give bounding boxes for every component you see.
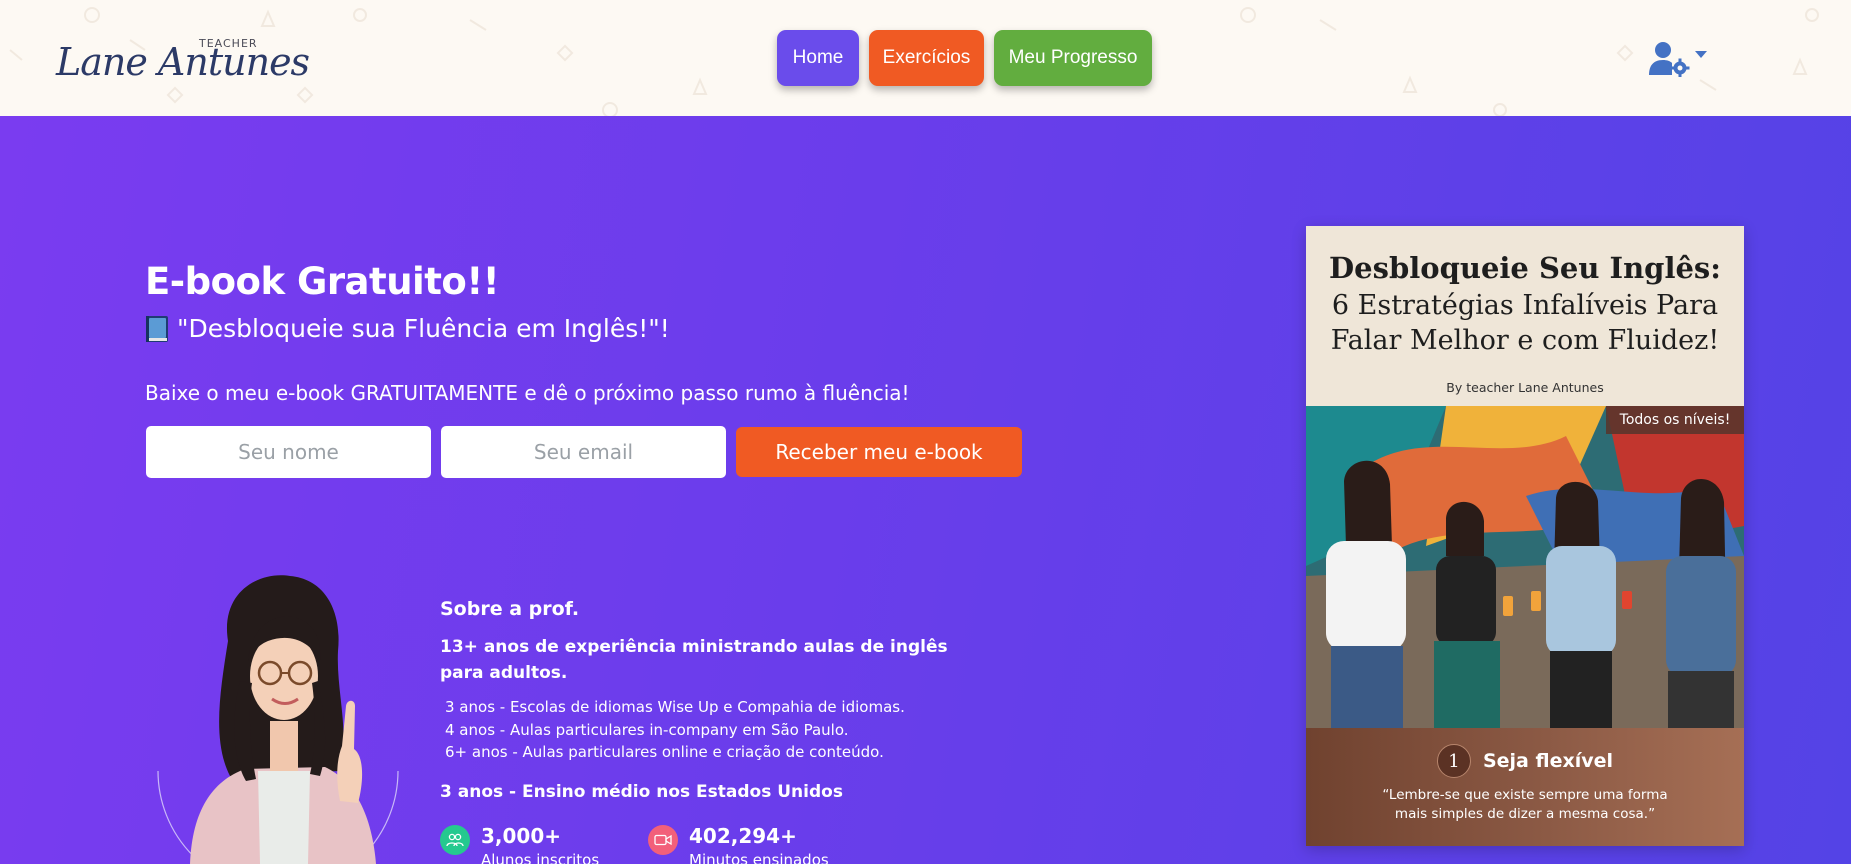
stat-students-value: 3,000+ (481, 824, 562, 848)
logo-name: Lane Antunes (56, 40, 310, 84)
user-menu-toggle[interactable] (1648, 40, 1710, 78)
hero-section: E-book Gratuito!! "Desbloqueie sua Fluên… (0, 116, 1851, 864)
teacher-portrait (157, 575, 399, 864)
cover-photo (1306, 406, 1744, 728)
main-nav: Home Exercícios Meu Progresso (777, 30, 1152, 86)
list-item: 4 anos - Aulas particulares in-company e… (445, 720, 849, 739)
stat-students: 3,000+ Alunos inscritos (440, 823, 599, 864)
user-gear-icon (1649, 42, 1690, 77)
cover-tip-header: 1 Seja flexível (1306, 744, 1744, 778)
nav-meu-progresso-button[interactable]: Meu Progresso (994, 30, 1152, 86)
hero-title: E-book Gratuito!! (145, 260, 500, 303)
stat-minutes-label: Minutos ensinados (689, 851, 829, 864)
list-item: 3 anos - Escolas de idiomas Wise Up e Co… (445, 698, 905, 716)
cover-subtitle-line: 6 Estratégias Infalíveis Para (1331, 290, 1719, 321)
cover-tip-quote: “Lembre-se que existe sempre uma forma m… (1382, 787, 1668, 822)
cover-author: By teacher Lane Antunes (1446, 380, 1604, 395)
book-icon (146, 315, 168, 342)
about-title: Sobre a prof. (440, 598, 580, 620)
name-input[interactable] (146, 426, 431, 478)
video-icon (648, 825, 678, 855)
hero-subtitle-text: "Desbloqueie sua Fluência em Inglês!"! (177, 314, 670, 343)
cover-tip-title: Seja flexível (1482, 750, 1614, 772)
email-input[interactable] (441, 426, 726, 478)
cover-tip-number: 1 (1436, 744, 1471, 778)
site-logo[interactable]: TEACHER Lane Antunes (56, 34, 310, 86)
site-header: TEACHER Lane Antunes Home Exercícios Meu… (0, 0, 1851, 116)
cover-title: Desbloqueie Seu Inglês: (1329, 251, 1721, 285)
about-us-experience: 3 anos - Ensino médio nos Estados Unidos (440, 782, 843, 802)
nav-home-button[interactable]: Home (777, 30, 859, 86)
cover-subtitle: 6 Estratégias Infalíveis Para Falar Melh… (1306, 288, 1744, 358)
nav-exercicios-button[interactable]: Exercícios (869, 30, 984, 86)
users-icon (440, 825, 470, 855)
about-experience-list: 3 anos - Escolas de idiomas Wise Up e Co… (445, 696, 905, 764)
hero-subtitle: "Desbloqueie sua Fluência em Inglês!"! (145, 314, 670, 343)
ebook-form: Receber meu e-book (146, 426, 1022, 478)
cover-subtitle-line: Falar Melhor e com Fluidez! (1330, 325, 1720, 356)
hero-lead: Baixe o meu e-book GRATUITAMENTE e dê o … (145, 381, 910, 405)
about-experience: 13+ anos de experiência ministrando aula… (440, 637, 948, 683)
stat-minutes: 402,294+ Minutos ensinados (648, 823, 829, 864)
ebook-cover: Desbloqueie Seu Inglês: 6 Estratégias In… (1306, 226, 1744, 846)
list-item: 6+ anos - Aulas particulares online e cr… (445, 743, 884, 761)
stat-students-label: Alunos inscritos (481, 851, 600, 864)
cover-tip: 1 Seja flexível “Lembre-se que existe se… (1306, 728, 1744, 846)
caret-down-icon (1695, 51, 1707, 58)
cover-level-badge: Todos os níveis! (1606, 406, 1744, 434)
receive-ebook-button[interactable]: Receber meu e-book (736, 427, 1022, 477)
stat-minutes-value: 402,294+ (689, 824, 797, 848)
